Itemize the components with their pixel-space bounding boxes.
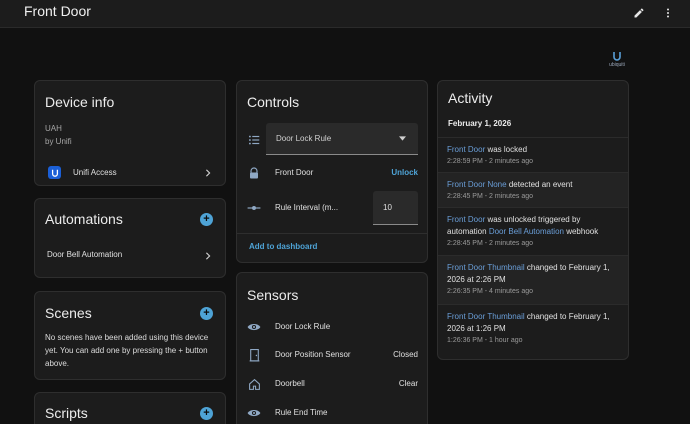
activity-text: was locked	[485, 145, 528, 154]
rule-interval-input[interactable]: 10	[373, 191, 418, 225]
add-automation-button[interactable]: +	[200, 213, 213, 226]
app-header: Front Door	[0, 0, 690, 28]
automation-link[interactable]: Door Bell Automation	[489, 227, 564, 236]
sensor-row[interactable]: Rule End Time	[237, 399, 427, 424]
activity-time: 2:28:59 PM - 2 minutes ago	[447, 158, 533, 165]
activity-title: Activity	[448, 90, 493, 106]
door-icon	[247, 348, 261, 362]
ubiquiti-logo: ubiquiti	[604, 50, 630, 70]
eye-icon	[247, 320, 261, 334]
overflow-menu-button[interactable]	[659, 4, 677, 22]
entity-link[interactable]: Front Door	[447, 215, 485, 224]
add-script-button[interactable]: +	[200, 407, 213, 420]
sensor-row[interactable]: Doorbell Clear	[237, 370, 427, 398]
door-lock-rule-select[interactable]: Door Lock Rule	[266, 123, 418, 155]
activity-item: Front Door Thumbnail changed to February…	[438, 255, 628, 304]
sensor-label: Doorbell	[275, 379, 305, 388]
edit-button[interactable]	[630, 4, 648, 22]
sensor-value: Closed	[393, 350, 418, 359]
sensor-label: Door Lock Rule	[275, 322, 331, 331]
controls-card: Controls Door Lock Rule Front Door Unloc…	[236, 80, 428, 263]
integration-row[interactable]: Unifi Access	[35, 161, 225, 185]
activity-item: Front Door was unlocked triggered by aut…	[438, 207, 628, 255]
page-title: Front Door	[24, 3, 91, 19]
add-to-dashboard-button[interactable]: Add to dashboard	[249, 242, 317, 251]
lock-label: Front Door	[275, 168, 314, 177]
unifi-access-icon	[48, 166, 61, 179]
eye-icon	[247, 406, 261, 420]
scenes-empty-text: No scenes have been added using this dev…	[45, 333, 209, 368]
automations-card: Automations + Door Bell Automation	[34, 198, 226, 278]
entity-link[interactable]: Front Door None	[447, 180, 507, 189]
automation-item[interactable]: Door Bell Automation	[35, 245, 225, 267]
activity-time: 2:28:45 PM - 2 minutes ago	[447, 193, 533, 200]
divider	[237, 233, 427, 234]
scenes-title: Scenes	[45, 305, 92, 321]
select-value: Door Lock Rule	[276, 134, 332, 143]
activity-time: 1:26:36 PM - 1 hour ago	[447, 337, 523, 344]
lock-icon	[247, 166, 261, 180]
sensors-card: Sensors Door Lock Rule Door Position Sen…	[236, 272, 428, 424]
sensor-label: Rule End Time	[275, 408, 328, 417]
entity-link[interactable]: Front Door	[447, 145, 485, 154]
integration-label: Unifi Access	[73, 168, 117, 177]
front-door-lock-row: Front Door Unlock	[237, 159, 427, 187]
activity-text: webhook	[563, 227, 599, 236]
dropdown-arrow-icon	[399, 136, 406, 141]
format-list-bulleted-icon	[247, 133, 261, 147]
sensors-title: Sensors	[247, 287, 299, 303]
rule-interval-row: Rule Interval (m... 10	[237, 191, 427, 225]
scripts-card: Scripts +	[34, 392, 226, 424]
automations-title: Automations	[45, 211, 123, 227]
controls-title: Controls	[247, 94, 300, 110]
pencil-icon	[634, 8, 644, 18]
rule-interval-value: 10	[383, 203, 392, 212]
sensor-row[interactable]: Door Lock Rule	[237, 313, 427, 341]
scripts-title: Scripts	[45, 405, 88, 421]
unlock-button[interactable]: Unlock	[391, 168, 418, 177]
rule-interval-label: Rule Interval (m...	[275, 203, 339, 212]
device-info-title: Device info	[45, 94, 115, 110]
sensor-label: Door Position Sensor	[275, 350, 351, 359]
activity-time: 2:28:45 PM - 2 minutes ago	[447, 240, 533, 247]
activity-text: detected an event	[506, 180, 573, 189]
sensor-row[interactable]: Door Position Sensor Closed	[237, 341, 427, 369]
more-vertical-icon	[667, 8, 669, 18]
activity-item: Front Door None detected an event 2:28:4…	[438, 172, 628, 207]
ray-vertex-icon	[247, 201, 261, 215]
activity-item: Front Door was locked 2:28:59 PM - 2 min…	[438, 137, 628, 172]
logo-text: ubiquiti	[609, 62, 625, 68]
device-model: UAH	[45, 124, 62, 133]
automation-label: Door Bell Automation	[47, 250, 123, 259]
device-manufacturer: by Unifi	[45, 137, 72, 146]
add-scene-button[interactable]: +	[200, 307, 213, 320]
scenes-card: Scenes + No scenes have been added using…	[34, 291, 226, 380]
chevron-right-icon	[206, 252, 211, 260]
activity-date: February 1, 2026	[448, 119, 512, 128]
chevron-right-icon	[206, 169, 211, 177]
activity-item: Front Door Thumbnail changed to February…	[438, 304, 628, 354]
device-info-card: Device info UAH by Unifi Unifi Access	[34, 80, 226, 186]
activity-card: Activity February 1, 2026 Front Door was…	[437, 80, 629, 360]
home-icon	[247, 377, 261, 391]
door-lock-rule-row: Door Lock Rule	[237, 123, 427, 155]
activity-time: 2:26:35 PM - 4 minutes ago	[447, 288, 533, 295]
entity-link[interactable]: Front Door Thumbnail	[447, 263, 525, 272]
entity-link[interactable]: Front Door Thumbnail	[447, 312, 525, 321]
sensor-value: Clear	[398, 379, 418, 388]
